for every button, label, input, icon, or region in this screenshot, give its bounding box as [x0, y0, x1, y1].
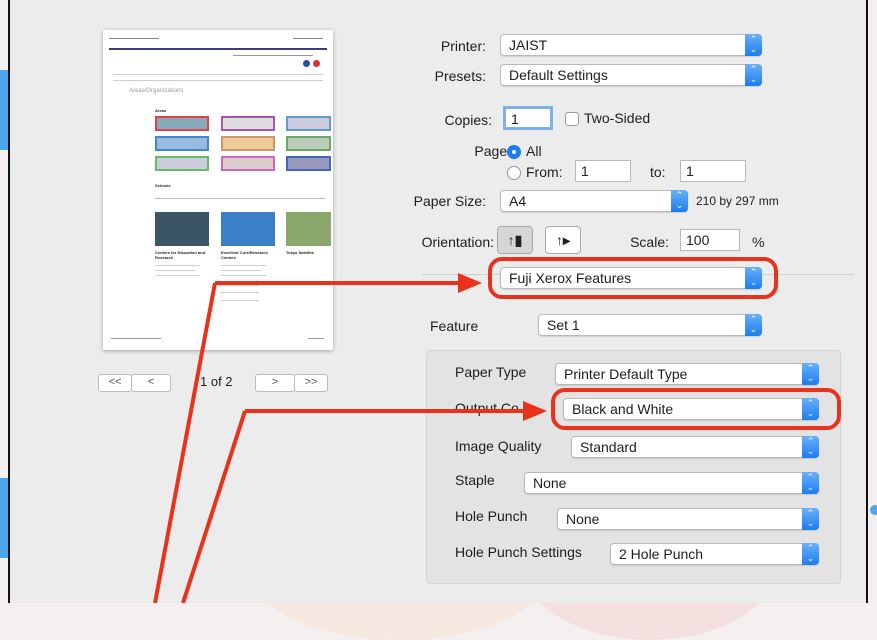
arrowhead-icon [523, 401, 547, 421]
screen-root: { "printer": { "label": "Printer:", "val… [0, 0, 877, 640]
arrowhead-icon [458, 273, 482, 293]
annotation-arrows [153, 273, 547, 603]
arrow-line [181, 410, 247, 603]
arrow-line [153, 282, 217, 603]
